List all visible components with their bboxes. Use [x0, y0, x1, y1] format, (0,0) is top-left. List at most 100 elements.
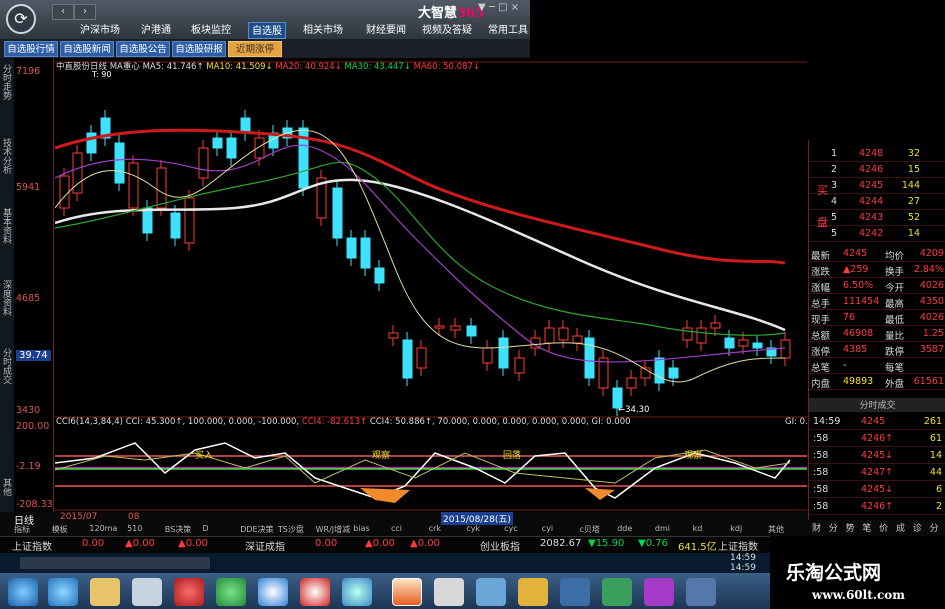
level: 1 — [831, 148, 838, 159]
right-tab-6[interactable]: 诊 — [911, 521, 924, 534]
right-tab-7[interactable]: 分 — [928, 521, 941, 534]
tab-5[interactable]: 财经要闻 — [362, 22, 410, 39]
subtab-1[interactable]: 自选股新闻 — [60, 41, 114, 57]
pinned-app-icon-4[interactable] — [560, 578, 590, 606]
indicator-tab-15[interactable]: c贝塔 — [580, 524, 600, 536]
sidebar-item-1[interactable]: 技术分析 — [1, 138, 13, 174]
right-tab-1[interactable]: 分 — [827, 521, 840, 534]
indicator-tab-19[interactable]: kdj — [730, 524, 742, 536]
current-price-marker: 39.74 — [16, 350, 51, 361]
timeline-title[interactable]: 分时成交 — [809, 398, 945, 412]
app-icon-red[interactable] — [174, 578, 204, 606]
indicator-tab-10[interactable]: cci — [391, 524, 402, 536]
right-tab-2[interactable]: 势 — [844, 521, 857, 534]
cci-values: CCI: 45.300↑, 100.000, 0.000, -100.000, — [125, 417, 300, 427]
kline-chart[interactable] — [55, 58, 807, 513]
candle-body — [544, 327, 555, 344]
tab-0[interactable]: 沪深市场 — [76, 22, 124, 39]
stat-value-2: 4026 — [919, 312, 944, 323]
indicator-tab-18[interactable]: kd — [693, 524, 703, 536]
app-logo-icon[interactable]: ⟳ — [6, 4, 36, 34]
pinned-app-icon-2[interactable] — [476, 578, 506, 606]
pinned-app-icon-3[interactable] — [518, 578, 548, 606]
subtab-3[interactable]: 自选股研报 — [172, 41, 226, 57]
indicator-tab-20[interactable]: 其他 — [768, 524, 784, 536]
status-time-1: 14:59 — [730, 553, 756, 563]
sidebar-item-2[interactable]: 基本资料 — [1, 208, 13, 244]
annot-buy-2: 观察 — [372, 451, 391, 461]
indicator-tab-12[interactable]: cyk — [466, 524, 480, 536]
indicator-tab-16[interactable]: dde — [617, 524, 632, 536]
app-icon-green[interactable] — [216, 578, 246, 606]
start-button-icon[interactable] — [8, 578, 38, 606]
candle-body — [434, 325, 445, 329]
tab-2[interactable]: 板块监控 — [187, 22, 235, 39]
back-button[interactable]: ‹ — [52, 4, 74, 20]
indicator-tab-0[interactable]: 指标 — [14, 524, 30, 536]
index-2-name[interactable]: 深证成指 — [245, 538, 285, 553]
folder-icon[interactable] — [90, 578, 120, 606]
subtab-4[interactable]: 近期涨停 — [228, 41, 282, 57]
indicator-tab-7[interactable]: TS沙盘 — [278, 524, 304, 536]
tab-4[interactable]: 相关市场 — [298, 22, 348, 39]
window-controls[interactable]: ▼ ─ □ × — [478, 2, 519, 13]
app-icon-blue[interactable] — [258, 578, 288, 606]
index-3-name[interactable]: 创业板指 — [480, 538, 520, 553]
candle-body — [212, 137, 223, 149]
app-icon-globe[interactable] — [342, 578, 372, 606]
indicator-tab-8[interactable]: WR/J增减 — [316, 524, 351, 536]
indicator-tab-3[interactable]: 510 — [127, 524, 142, 536]
indicator-tab-13[interactable]: cyc — [504, 524, 518, 536]
indicator-tab-9[interactable]: bias — [353, 524, 369, 536]
brand-main: 大智慧 — [418, 6, 458, 21]
pinned-app-icon-5[interactable] — [602, 578, 632, 606]
index-1-value: 0.00 — [82, 538, 105, 549]
candle-body — [514, 357, 525, 374]
tick-row: :58 4245↓ 6 — [809, 482, 945, 498]
right-tab-5[interactable]: 成 — [894, 521, 907, 534]
sidebar-item-3[interactable]: 深度资料 — [1, 280, 13, 316]
candle-body — [416, 347, 427, 369]
right-tab-3[interactable]: 笔 — [860, 521, 873, 534]
indicator-tab-4[interactable]: BS决策 — [165, 524, 191, 536]
subtab-0[interactable]: 自选股行情 — [4, 41, 58, 57]
media-player-icon[interactable] — [132, 578, 162, 606]
price-label-top: 7196 — [16, 66, 41, 77]
tab-7[interactable]: 常用工具 — [484, 22, 532, 39]
pinned-app-icon-6[interactable] — [644, 578, 674, 606]
status-time-2: 14:59 — [730, 563, 756, 573]
pinned-app-icon[interactable] — [434, 578, 464, 606]
sidebar-item-5[interactable]: 其他 — [1, 478, 13, 496]
indicator-tab-5[interactable]: D — [203, 524, 209, 536]
cci4-value-1: CCI4: -82.613↑ — [301, 417, 368, 427]
stat-key: 总笔 — [811, 363, 831, 374]
sidebar-item-4[interactable]: 分时成交 — [1, 348, 13, 384]
right-tab-0[interactable]: 财 — [810, 521, 823, 534]
index-4-name[interactable]: 上证指数 — [718, 538, 758, 553]
tab-1[interactable]: 沪港通 — [136, 22, 176, 39]
ma60-value: MA60: 50.087↓ — [413, 62, 481, 72]
ie-browser-icon[interactable] — [48, 578, 78, 606]
indicator-tab-14[interactable]: cyi — [542, 524, 553, 536]
indicator-tab-1[interactable]: 模板 — [52, 524, 68, 536]
tab-6[interactable]: 视频及答疑 — [418, 22, 476, 39]
indicator-tab-11[interactable]: crk — [429, 524, 441, 536]
candle-body — [696, 327, 707, 344]
candle-body — [86, 132, 97, 154]
indicator-tab-17[interactable]: dmi — [655, 524, 670, 536]
pinned-app-icon-7[interactable] — [686, 578, 716, 606]
indicator-tab-6[interactable]: DDE决策 — [240, 524, 273, 536]
ma5-value: MA5: 41.746↑ — [142, 62, 204, 72]
forward-button[interactable]: › — [74, 4, 96, 20]
sidebar-item-0[interactable]: 分时走势 — [1, 64, 13, 100]
stat-value-2: 3587 — [919, 344, 944, 355]
tab-3[interactable]: 自选股 — [248, 22, 286, 39]
index-1-name[interactable]: 上证指数 — [12, 538, 52, 553]
subtab-2[interactable]: 自选股公告 — [116, 41, 170, 57]
dzh-app-icon[interactable] — [392, 578, 422, 606]
right-tab-4[interactable]: 价 — [877, 521, 890, 534]
app-icon-circle[interactable] — [300, 578, 330, 606]
cci-label-bottom: -208.33 — [16, 499, 53, 510]
indicator-tab-2[interactable]: 120ma — [89, 524, 117, 536]
stat-key: 涨跌 — [811, 267, 831, 278]
